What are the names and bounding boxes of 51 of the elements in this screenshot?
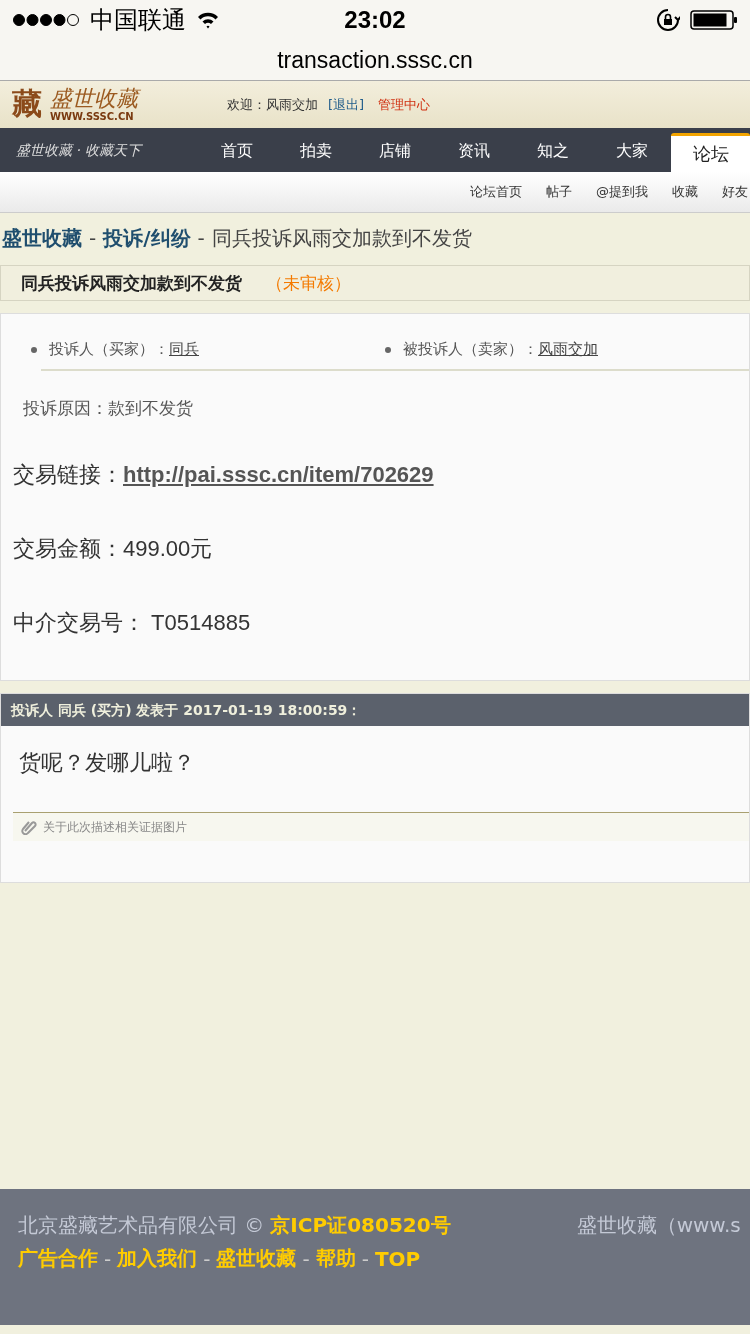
review-status: （未审核） (266, 271, 351, 295)
party-label: 投诉人（买家）： (49, 340, 169, 359)
paperclip-icon (21, 819, 37, 835)
sub-nav-link[interactable]: @提到我 (596, 183, 648, 201)
party-label: 被投诉人（卖家）： (403, 340, 538, 359)
nav-tab[interactable]: 首页 (197, 133, 276, 169)
footer-separator: - (104, 1246, 112, 1271)
sub-nav-link[interactable]: 好友 (722, 183, 748, 201)
bullet-icon (385, 346, 391, 353)
bullet-icon (31, 346, 37, 353)
post-body: 货呢？发哪儿啦？ (18, 749, 196, 777)
nav-tab[interactable]: 资讯 (434, 133, 513, 169)
sub-nav-link[interactable]: 帖子 (546, 183, 572, 201)
breadcrumb-link[interactable]: 盛世收藏 (2, 224, 82, 252)
party-link[interactable]: 同兵 (169, 340, 199, 359)
sub-nav-link[interactable]: 论坛首页 (470, 183, 522, 201)
nav-tab[interactable]: 大家 (592, 133, 671, 169)
footer-separator: - (203, 1246, 211, 1271)
breadcrumb-link[interactable]: 投诉/纠纷 (103, 224, 191, 252)
wifi-icon (196, 11, 220, 29)
signal-icon (12, 13, 80, 27)
post-header: 投诉人 同兵 (买方) 发表于 2017-01-19 18:00:59： (1, 694, 749, 726)
nav-tab[interactable]: 论坛 (671, 133, 750, 172)
footer-separator: - (361, 1246, 369, 1271)
nav-tab[interactable]: 拍卖 (276, 133, 355, 169)
transaction-link[interactable]: http://pai.sssc.cn/item/702629 (123, 462, 434, 487)
attachment-label: 关于此次描述相关证据图片 (43, 818, 187, 836)
breadcrumb-separator: - (197, 226, 205, 250)
admin-link[interactable]: 管理中心 (378, 95, 431, 114)
sub-nav-link[interactable]: 收藏 (672, 183, 698, 201)
party-link[interactable]: 风雨交加 (538, 340, 598, 359)
nav-tab[interactable]: 店铺 (355, 133, 434, 169)
address-bar[interactable]: transaction.sssc.cn (0, 40, 750, 81)
carrier-name: 中国联通 (90, 5, 186, 35)
breadcrumb-separator: - (89, 226, 97, 250)
logout-link[interactable]: [退出] (328, 95, 365, 114)
rotation-lock-icon (656, 8, 680, 32)
slogan-text: 盛世收藏 · 收藏天下 (15, 141, 144, 160)
battery-icon (690, 10, 738, 30)
transaction-amount: 交易金额：499.00元 (13, 535, 214, 563)
clock-time: 23:02 (344, 6, 406, 34)
nav-tab[interactable]: 知之 (513, 133, 592, 169)
escrow-number: 中介交易号： T0514885 (13, 609, 252, 637)
footer-separator: - (302, 1246, 310, 1271)
complaint-reason: 投诉原因：款到不发货 (23, 397, 194, 420)
breadcrumb-current: 同兵投诉风雨交加款到不发货 (211, 224, 472, 252)
welcome-text: 欢迎：风雨交加 (227, 95, 318, 114)
complaint-title: 同兵投诉风雨交加款到不发货 (21, 271, 242, 295)
company-name: 北京盛藏艺术品有限公司 © (18, 1212, 265, 1239)
site-name: 盛世收藏（www.s (576, 1212, 741, 1239)
link-label: 交易链接： (13, 462, 123, 487)
